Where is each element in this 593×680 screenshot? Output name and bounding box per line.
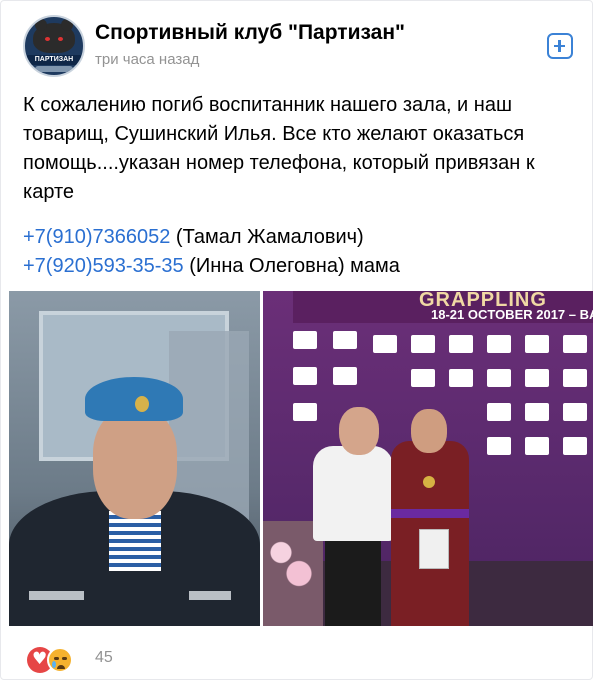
event-banner-dates: 18-21 OCTOBER 2017 – BAK (431, 307, 593, 322)
phone-link[interactable]: +7(910)7366052 (23, 226, 170, 248)
club-avatar[interactable]: ПАРТИЗАН (23, 15, 85, 77)
photo-soldier[interactable] (9, 291, 260, 626)
bear-logo-icon (33, 19, 75, 53)
photo-grappling-event[interactable]: GRAPPLING 18-21 OCTOBER 2017 – BAK (263, 291, 593, 626)
crying-emoji-icon[interactable] (47, 647, 73, 673)
avatar-label: ПАРТИЗАН (27, 55, 81, 65)
avatar-ring (35, 66, 73, 72)
phone-row: +7(910)7366052 (Тамал Жамалович) (23, 223, 583, 252)
phone-owner: (Инна Олеговна) мама (183, 255, 400, 277)
author-name[interactable]: Спортивный клуб "Партизан" (95, 21, 405, 45)
photo-grid: GRAPPLING 18-21 OCTOBER 2017 – BAK (9, 291, 593, 626)
post-time[interactable]: три часа назад (95, 51, 199, 68)
reactions-bar[interactable]: 45 (23, 641, 583, 675)
phone-list: +7(910)7366052 (Тамал Жамалович) +7(920)… (23, 223, 583, 281)
reaction-count[interactable]: 45 (95, 649, 113, 667)
post-text: К сожалению погиб воспитанник нашего зал… (23, 94, 535, 203)
post-header: ПАРТИЗАН Спортивный клуб "Партизан" три … (23, 15, 583, 81)
add-icon[interactable] (547, 33, 573, 59)
post-card: ПАРТИЗАН Спортивный клуб "Партизан" три … (0, 0, 593, 680)
phone-row: +7(920)593-35-35 (Инна Олеговна) мама (23, 252, 583, 281)
phone-owner: (Тамал Жамалович) (170, 226, 364, 248)
phone-link[interactable]: +7(920)593-35-35 (23, 255, 184, 277)
